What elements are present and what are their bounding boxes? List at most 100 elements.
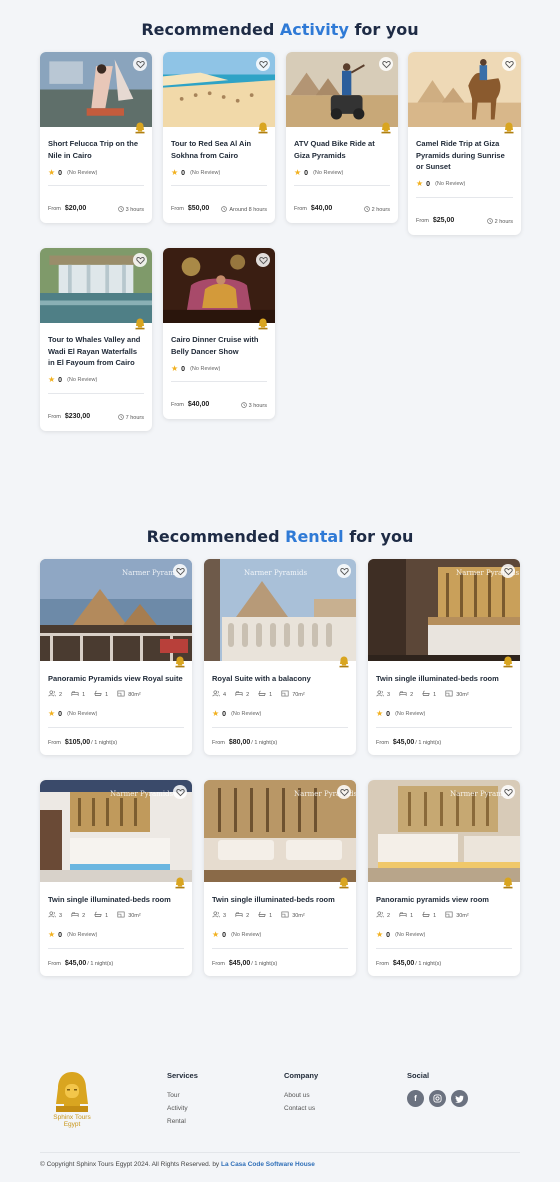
favorite-heart-icon[interactable] bbox=[173, 564, 187, 578]
footer-link-tour[interactable]: Tour bbox=[167, 1092, 180, 1099]
bed-icon bbox=[235, 690, 243, 699]
rental-title[interactable]: Twin single illuminated-beds room bbox=[376, 673, 512, 685]
price-value: $40,00 bbox=[187, 401, 210, 408]
duration-value: 2 hours bbox=[494, 219, 513, 225]
favorite-heart-icon[interactable] bbox=[501, 785, 515, 799]
footer-link-activity[interactable]: Activity bbox=[167, 1105, 188, 1112]
price-from-label: From bbox=[294, 206, 307, 212]
rental-image[interactable]: Narmer Pyramids bbox=[204, 780, 356, 882]
activity-title[interactable]: Tour to Red Sea Al Ain Sokhna from Cairo bbox=[171, 138, 267, 161]
price-from-label: From bbox=[48, 206, 61, 212]
favorite-heart-icon[interactable] bbox=[133, 57, 147, 71]
rating: ★ 0 (No Review) bbox=[212, 710, 261, 718]
activity-title[interactable]: Tour to Whales Valley and Wadi El Rayan … bbox=[48, 334, 144, 369]
guests-count: 3 bbox=[59, 912, 63, 919]
area: 80m² bbox=[117, 690, 141, 699]
baths-count: 1 bbox=[105, 912, 109, 919]
price-from-label: From bbox=[212, 961, 225, 967]
rental-title[interactable]: Panoramic Pyramids view Royal suite bbox=[48, 673, 184, 685]
activity-card[interactable]: Tour to Red Sea Al Ain Sokhna from Cairo… bbox=[163, 52, 275, 223]
rental-card[interactable]: Narmer Pyramids Twin single illuminated-b… bbox=[40, 780, 192, 976]
rental-card[interactable]: Narmer Pyramids Panoramic Pyramids view R… bbox=[40, 559, 192, 755]
area-value: 30m² bbox=[456, 912, 469, 919]
card-divider bbox=[294, 185, 390, 186]
instagram-icon[interactable] bbox=[429, 1090, 446, 1107]
activity-title[interactable]: Short Felucca Trip on the Nile in Cairo bbox=[48, 138, 144, 161]
rental-title[interactable]: Twin single illuminated-beds room bbox=[48, 894, 184, 906]
rental-card[interactable]: Narmer Pyramids Twin single illuminated-b… bbox=[368, 559, 520, 755]
developer-link[interactable]: La Casa Code Software House bbox=[221, 1161, 315, 1168]
price: From $45,00/ 1 night(s) bbox=[48, 960, 113, 967]
rental-title[interactable]: Royal Suite with a balacony bbox=[212, 673, 348, 685]
rental-card[interactable]: Narmer Pyramids Twin single illuminated-b… bbox=[204, 780, 356, 976]
card-divider bbox=[171, 185, 267, 186]
price-from-label: From bbox=[212, 740, 225, 746]
rental-image[interactable]: Narmer Pyramids bbox=[368, 780, 520, 882]
activity-card[interactable]: Camel Ride Trip at Giza Pyramids during … bbox=[408, 52, 521, 235]
guests-icon bbox=[212, 911, 220, 920]
rental-card[interactable]: Narmer Pyramids Panoramic pyramids view r… bbox=[368, 780, 520, 976]
duration: 2 hours bbox=[486, 218, 513, 226]
beds: 1 bbox=[71, 690, 85, 699]
footer-link-rental[interactable]: Rental bbox=[167, 1118, 186, 1125]
twitter-icon[interactable] bbox=[451, 1090, 468, 1107]
activity-card[interactable]: ATV Quad Bike Ride at Giza Pyramids ★ 0 (No… bbox=[286, 52, 398, 223]
footer-link-contact[interactable]: Contact us bbox=[284, 1105, 315, 1112]
sphinx-badge-icon bbox=[502, 876, 514, 889]
beds: 1 bbox=[399, 911, 413, 920]
baths-count: 1 bbox=[269, 691, 273, 698]
price-unit: / 1 night(s) bbox=[87, 961, 114, 967]
price-unit: / 1 night(s) bbox=[251, 961, 278, 967]
baths-count: 1 bbox=[433, 691, 437, 698]
rental-image[interactable]: Narmer Pyramids bbox=[40, 780, 192, 882]
rating: ★ 0 (No Review) bbox=[48, 376, 97, 384]
rental-title[interactable]: Panoramic pyramids view room bbox=[376, 894, 512, 906]
favorite-heart-icon[interactable] bbox=[133, 253, 147, 267]
clock-icon bbox=[240, 402, 247, 410]
bed-icon bbox=[71, 690, 79, 699]
favorite-heart-icon[interactable] bbox=[256, 57, 270, 71]
activity-title[interactable]: Cairo Dinner Cruise with Belly Dancer Sh… bbox=[171, 334, 267, 357]
rental-features: 2 1 1 80m² bbox=[48, 690, 141, 699]
rental-title[interactable]: Twin single illuminated-beds room bbox=[212, 894, 348, 906]
price: From $45,00/ 1 night(s) bbox=[376, 960, 441, 967]
rating-value: 0 bbox=[58, 169, 63, 177]
rental-card[interactable]: Narmer Pyramids Royal Suite with a balaco… bbox=[204, 559, 356, 755]
area-value: 30m² bbox=[292, 912, 305, 919]
duration: 3 hours bbox=[240, 402, 267, 410]
review-count: (No Review) bbox=[67, 932, 98, 938]
baths: 1 bbox=[258, 911, 272, 920]
rental-image[interactable]: Narmer Pyramids bbox=[368, 559, 520, 661]
beds: 2 bbox=[71, 911, 85, 920]
rental-image[interactable]: Narmer Pyramids bbox=[40, 559, 192, 661]
sphinx-badge-icon bbox=[338, 876, 350, 889]
rental-section-title: Recommended Rental for you bbox=[0, 527, 560, 546]
duration-value: 3 hours bbox=[125, 207, 144, 213]
card-divider bbox=[48, 948, 184, 949]
clock-icon bbox=[117, 414, 124, 422]
activity-title[interactable]: ATV Quad Bike Ride at Giza Pyramids bbox=[294, 138, 390, 161]
activity-card[interactable]: Tour to Whales Valley and Wadi El Rayan … bbox=[40, 248, 152, 431]
activity-title[interactable]: Camel Ride Trip at Giza Pyramids during … bbox=[416, 138, 513, 173]
facebook-icon[interactable]: f bbox=[407, 1090, 424, 1107]
favorite-heart-icon[interactable] bbox=[256, 253, 270, 267]
favorite-heart-icon[interactable] bbox=[502, 57, 516, 71]
star-icon: ★ bbox=[171, 364, 179, 373]
rental-features: 2 1 1 30m² bbox=[376, 911, 469, 920]
favorite-heart-icon[interactable] bbox=[379, 57, 393, 71]
footer-link-about[interactable]: About us bbox=[284, 1092, 310, 1099]
favorite-heart-icon[interactable] bbox=[337, 785, 351, 799]
rental-image[interactable]: Narmer Pyramids bbox=[204, 559, 356, 661]
activity-card[interactable]: Short Felucca Trip on the Nile in Cairo ★… bbox=[40, 52, 152, 223]
duration: 7 hours bbox=[117, 414, 144, 422]
baths-count: 1 bbox=[105, 691, 109, 698]
favorite-heart-icon[interactable] bbox=[337, 564, 351, 578]
favorite-heart-icon[interactable] bbox=[501, 564, 515, 578]
area-value: 70m² bbox=[292, 691, 305, 698]
rating: ★ 0 (No Review) bbox=[376, 710, 425, 718]
price-from-label: From bbox=[171, 402, 184, 408]
activity-card[interactable]: Cairo Dinner Cruise with Belly Dancer Sh… bbox=[163, 248, 275, 419]
clock-icon bbox=[221, 206, 228, 214]
favorite-heart-icon[interactable] bbox=[173, 785, 187, 799]
rental-features: 4 2 1 70m² bbox=[212, 690, 305, 699]
